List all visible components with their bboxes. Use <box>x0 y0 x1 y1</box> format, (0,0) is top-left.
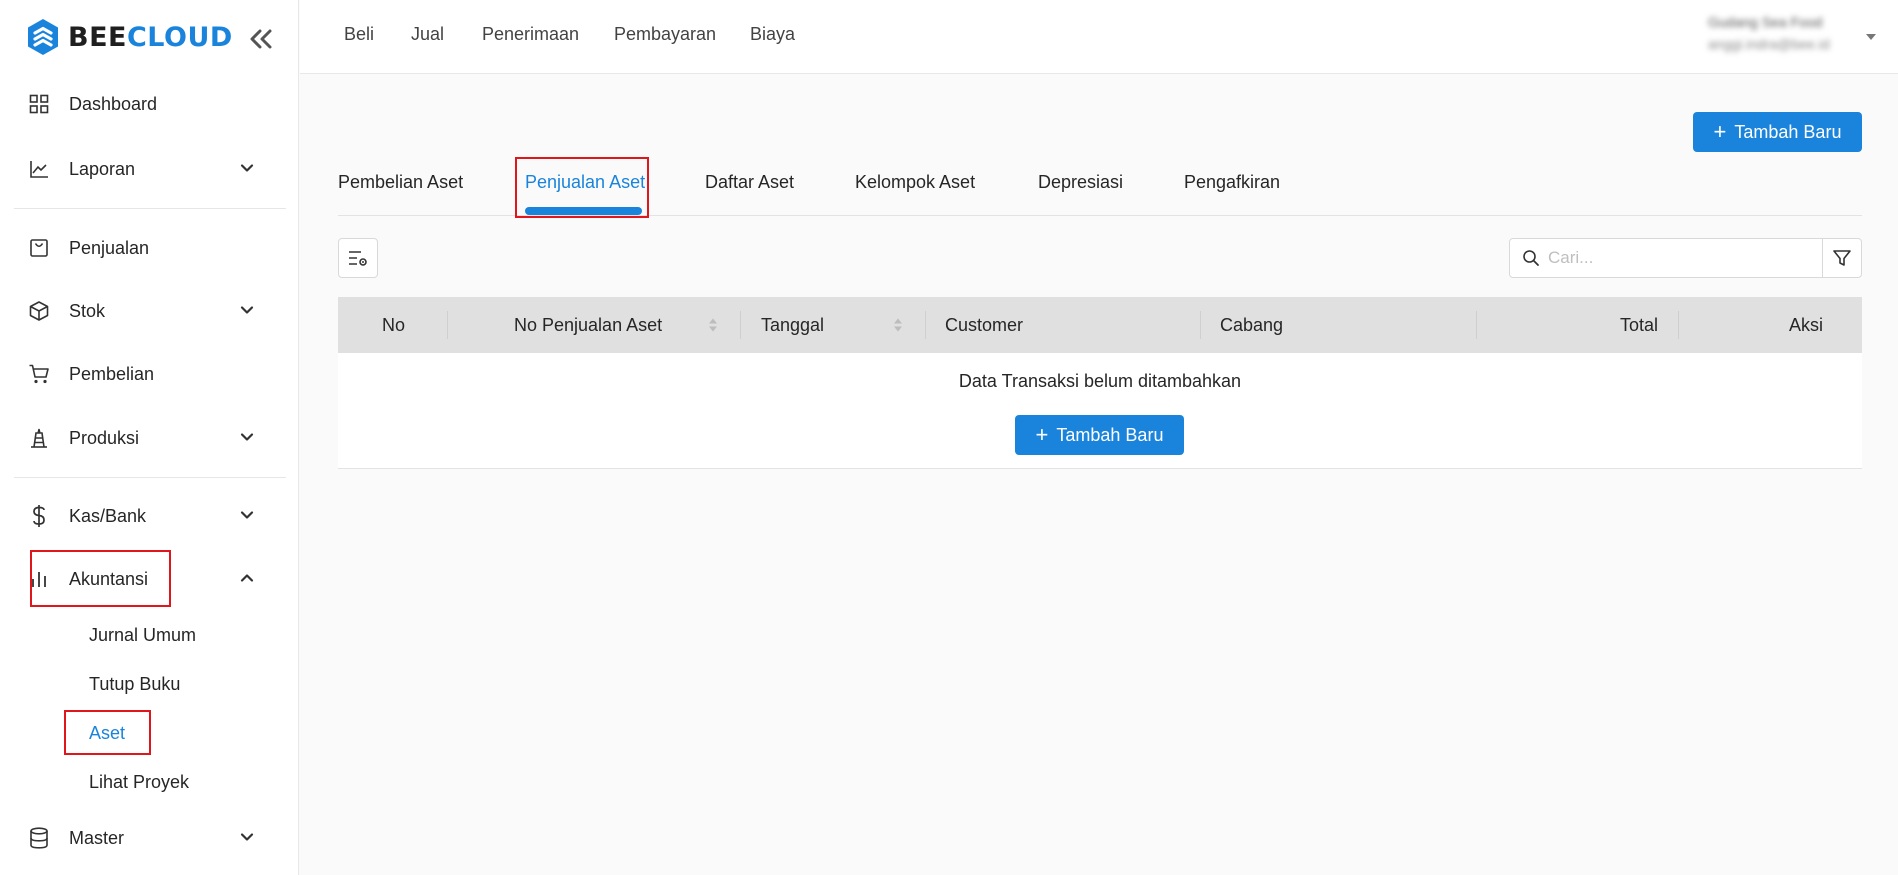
factory-icon <box>28 427 50 449</box>
add-new-button[interactable]: + Tambah Baru <box>1693 112 1862 152</box>
search-icon <box>1523 250 1539 266</box>
topnav-biaya[interactable]: Biaya <box>750 24 795 45</box>
sidebar-item-stok[interactable]: Stok <box>28 289 278 333</box>
tab-kelompok-aset[interactable]: Kelompok Aset <box>855 172 975 193</box>
user-email: anggi.indra@bee.id <box>1708 36 1830 52</box>
column-header-no: No <box>382 314 406 335</box>
column-header-tanggal[interactable]: Tanggal <box>761 297 824 353</box>
table-empty-state: Data Transaksi belum ditambahkan + Tamba… <box>338 353 1862 469</box>
sidebar-item-label: Kas/Bank <box>69 505 147 526</box>
submenu-tutup-buku[interactable]: Tutup Buku <box>89 668 180 700</box>
tab-pembelian-aset[interactable]: Pembelian Aset <box>338 172 463 193</box>
chevron-down-icon <box>240 164 254 172</box>
column-settings-icon <box>349 251 367 266</box>
dashboard-icon <box>28 93 50 115</box>
filter-icon <box>1833 250 1851 266</box>
brand-wordmark: BEECLOUD <box>68 22 233 53</box>
submenu-jurnal-umum[interactable]: Jurnal Umum <box>89 619 196 651</box>
sidebar-item-label: Dashboard <box>69 93 158 114</box>
box-icon <box>28 300 50 322</box>
submenu-lihat-proyek[interactable]: Lihat Proyek <box>89 766 189 798</box>
sidebar-item-label: Produksi <box>69 427 140 448</box>
sidebar-item-laporan[interactable]: Laporan <box>28 147 278 191</box>
search-box <box>1509 238 1823 278</box>
column-header-total: Total <box>1620 314 1659 335</box>
column-separator <box>1476 311 1477 339</box>
tab-pengafkiran[interactable]: Pengafkiran <box>1184 172 1280 193</box>
column-separator <box>1200 311 1201 339</box>
brand-part2: CLOUD <box>126 21 233 53</box>
sidebar-item-kas-bank[interactable]: Kas/Bank <box>28 494 278 538</box>
topnav-penerimaan[interactable]: Penerimaan <box>482 24 579 45</box>
tab-depresiasi[interactable]: Depresiasi <box>1038 172 1123 193</box>
sidebar: BEECLOUD Dashboard Laporan Penjualan Sto… <box>0 0 299 875</box>
plus-icon: + <box>1713 119 1727 144</box>
sidebar-item-penjualan[interactable]: Penjualan <box>28 226 278 270</box>
filter-button[interactable] <box>1822 238 1862 278</box>
chevron-down-icon <box>240 511 254 519</box>
sidebar-item-dashboard[interactable]: Dashboard <box>28 82 278 126</box>
column-header-cabang: Cabang <box>1220 314 1284 335</box>
brand-part1: BEE <box>68 21 127 53</box>
column-settings-button[interactable] <box>338 238 378 278</box>
caret-down-icon[interactable] <box>1866 34 1876 40</box>
column-separator <box>447 311 448 339</box>
chevron-down-icon <box>240 833 254 841</box>
sidebar-item-pembelian[interactable]: Pembelian <box>28 352 278 396</box>
user-account[interactable]: Gudang Sea Food anggi.indra@bee.id <box>1708 14 1858 52</box>
chevron-down-icon <box>240 306 254 314</box>
column-separator <box>1678 311 1679 339</box>
column-separator <box>925 311 926 339</box>
database-icon <box>28 827 50 849</box>
column-header-no-penjualan-aset[interactable]: No Penjualan Aset <box>514 297 662 353</box>
collapse-sidebar-icon[interactable] <box>246 24 276 54</box>
sort-icon[interactable] <box>708 317 718 333</box>
sidebar-item-master[interactable]: Master <box>28 816 278 860</box>
empty-state-message: Data Transaksi belum ditambahkan <box>958 371 1242 391</box>
sidebar-item-label: Master <box>69 827 125 848</box>
topnav-pembayaran[interactable]: Pembayaran <box>614 24 716 45</box>
table-header: No No Penjualan Aset Tanggal Customer Ca… <box>338 297 1862 353</box>
sidebar-item-label: Penjualan <box>69 237 150 258</box>
highlight-tab-penjualan-aset <box>515 157 649 218</box>
sidebar-item-produksi[interactable]: Produksi <box>28 416 278 460</box>
column-separator <box>740 311 741 339</box>
chevron-down-icon <box>240 433 254 441</box>
sidebar-item-label: Laporan <box>69 158 136 179</box>
sidebar-divider <box>14 208 286 209</box>
search-input[interactable] <box>1548 248 1808 268</box>
dollar-icon <box>28 505 50 527</box>
topnav-beli[interactable]: Beli <box>344 24 374 45</box>
highlight-akuntansi <box>30 550 171 607</box>
highlight-aset <box>64 710 151 755</box>
cart-icon <box>28 363 50 385</box>
column-header-aksi: Aksi <box>1789 314 1824 335</box>
chevron-up-icon <box>240 574 254 582</box>
beecloud-logo-icon <box>28 19 58 55</box>
sidebar-item-label: Stok <box>69 300 106 321</box>
empty-state-add-button[interactable]: + Tambah Baru <box>1015 415 1184 455</box>
tab-daftar-aset[interactable]: Daftar Aset <box>705 172 794 193</box>
sidebar-item-label: Pembelian <box>69 363 155 384</box>
sidebar-divider <box>14 477 286 478</box>
brand-logo[interactable]: BEECLOUD <box>26 18 233 56</box>
empty-state-add-button-label: Tambah Baru <box>1056 424 1164 445</box>
plus-icon: + <box>1035 422 1049 447</box>
line-chart-icon <box>28 158 50 180</box>
sort-icon[interactable] <box>893 317 903 333</box>
top-navbar: Beli Jual Penerimaan Pembayaran Biaya Gu… <box>300 0 1898 74</box>
user-name: Gudang Sea Food <box>1708 14 1823 30</box>
add-new-button-label: Tambah Baru <box>1734 121 1842 142</box>
topnav-jual[interactable]: Jual <box>411 24 444 45</box>
shopping-bag-icon <box>28 237 50 259</box>
column-header-customer: Customer <box>945 314 1024 335</box>
